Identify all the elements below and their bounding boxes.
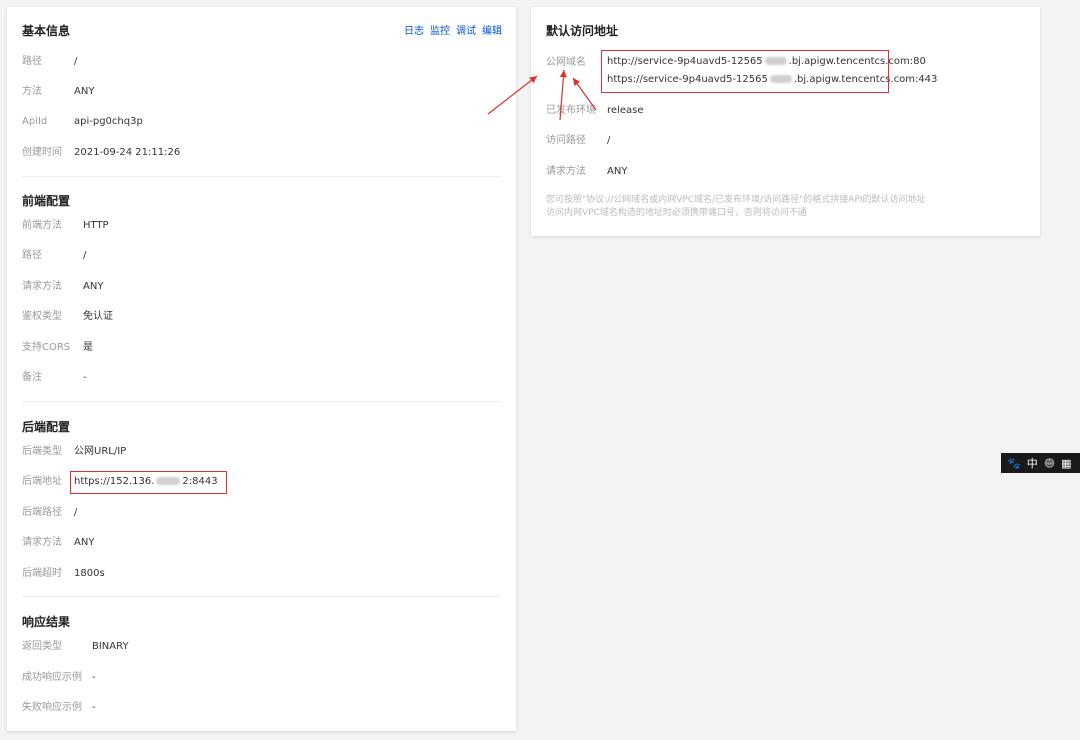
log-link[interactable]: 日志 [404, 26, 424, 37]
grid-icon[interactable]: ▦ [1061, 457, 1071, 470]
backend-row-timeout: 后端超时 1800s [22, 568, 105, 579]
paw-icon[interactable]: 🐾 [1007, 457, 1021, 470]
basic-actions: 日志 监控 调试 编辑 [398, 22, 502, 37]
backend-row-request-method: 请求方法 ANY [22, 537, 95, 548]
backend-row-type: 后端类型 公网URL/IP [22, 446, 127, 457]
frontend-row-path: 路径 / [22, 250, 87, 261]
api-detail-card: 基本信息 日志 监控 调试 编辑 路径 / 方法 ANY ApiId api-pg0chq3… [7, 7, 516, 731]
basic-row-created: 创建时间 2021-09-24 21:11:26 [22, 147, 181, 158]
basic-info-title: 基本信息 [22, 24, 71, 38]
divider [22, 176, 501, 177]
default-access-card: 默认访问地址 公网域名 http://service-9p4uavd5-1256… [531, 7, 1040, 236]
highlight-box [601, 50, 889, 93]
ime-toolbar[interactable]: 🐾 中 ☻ ▦ [1001, 453, 1080, 473]
debug-link[interactable]: 调试 [456, 26, 476, 37]
response-row-failure: 失败响应示例 - [22, 702, 96, 713]
frontend-row-auth: 鉴权类型 免认证 [22, 311, 113, 322]
response-title: 响应结果 [22, 615, 71, 629]
user-icon[interactable]: ☻ [1044, 457, 1055, 470]
basic-row-method: 方法 ANY [22, 86, 95, 97]
env-row: 已发布环境 release [546, 105, 644, 116]
divider [22, 596, 501, 597]
highlight-box [70, 471, 227, 494]
basic-row-path: 路径 / [22, 56, 78, 67]
ime-lang-toggle[interactable]: 中 [1027, 455, 1038, 471]
default-access-title: 默认访问地址 [546, 24, 619, 38]
frontend-row-request-method: 请求方法 ANY [22, 281, 104, 292]
frontend-config-title: 前端配置 [22, 194, 71, 208]
edit-link[interactable]: 编辑 [482, 26, 502, 37]
basic-row-apiid: ApiId api-pg0chq3p [22, 116, 143, 127]
monitor-link[interactable]: 监控 [430, 26, 450, 37]
access-path-row: 访问路径 / [546, 135, 611, 146]
access-note: 您可按照"协议://公网域名或内网VPC域名/已发布环境/访问路径"的格式拼接A… [546, 195, 926, 218]
frontend-row-method: 前端方法 HTTP [22, 220, 109, 231]
backend-config-title: 后端配置 [22, 420, 71, 434]
response-row-type: 返回类型 BINARY [22, 641, 129, 652]
request-method-row: 请求方法 ANY [546, 166, 628, 177]
divider [22, 401, 501, 402]
backend-row-path: 后端路径 / [22, 507, 78, 518]
response-row-success: 成功响应示例 - [22, 672, 96, 683]
frontend-row-cors: 支持CORS 是 [22, 342, 93, 353]
public-domain-label: 公网域名 [546, 57, 586, 68]
frontend-row-remark: 备注 - [22, 372, 87, 383]
